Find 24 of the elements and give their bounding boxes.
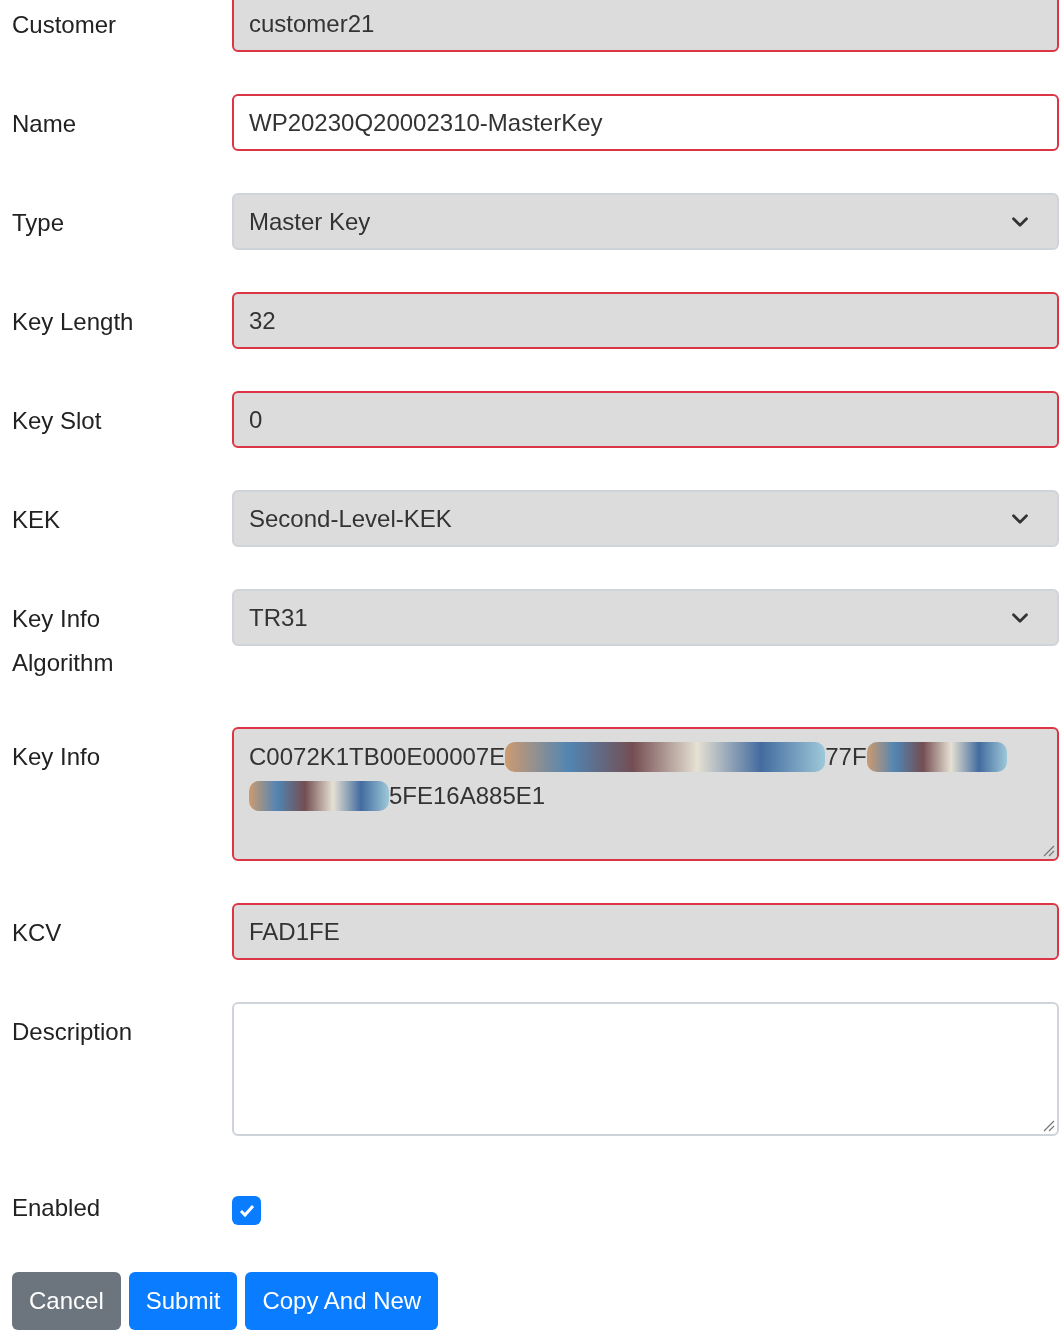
checkbox[interactable] [232,1196,261,1225]
form-button[interactable]: Copy And New [245,1272,439,1330]
checkmark-icon [238,1203,255,1218]
form-button[interactable]: Submit [128,1272,238,1330]
select-value: TR31 [249,602,308,633]
field-label: Enabled [12,1193,102,1223]
field-label: Key Slot [12,406,103,436]
field-label: Description [12,1017,134,1047]
field-label: Customer [12,10,118,40]
select-value: Master Key [249,206,371,237]
field-label: Key Info [12,742,102,772]
form-button[interactable]: Cancel [12,1272,121,1330]
select-value: Second-Level-KEK [249,503,452,534]
key-text: C0072K1TB00E00007E [249,742,506,772]
text-field[interactable]: WP20230Q20002310-MasterKey [232,94,1059,151]
field-label: Key Length [12,307,135,337]
field-label: Type [12,208,66,238]
key-text: 77F [825,742,867,772]
field-label: KEK [12,505,62,535]
field-label: Name [12,109,78,139]
resize-handle-icon[interactable] [1041,1118,1055,1132]
field-label: KCV [12,918,63,948]
field-label: Key Info Algorithm [12,604,115,678]
key-text: 5FE16A885E1 [389,781,546,811]
